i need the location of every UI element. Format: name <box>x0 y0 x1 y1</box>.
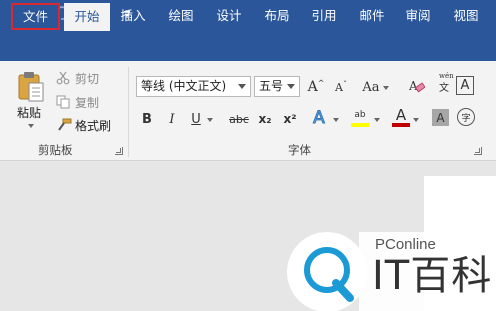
superscript-button[interactable]: x² <box>281 109 299 129</box>
font-group-label: 字体 <box>288 143 311 157</box>
font-size-value: 五号 <box>259 79 284 93</box>
tab-design[interactable]: 设计 <box>210 0 248 31</box>
highlight-dropdown-arrow[interactable] <box>374 118 380 122</box>
font-color-bar <box>392 123 410 127</box>
paste-button[interactable]: 粘贴 <box>17 104 41 121</box>
character-border-icon: A <box>460 78 470 93</box>
clipboard-group-label: 剪贴板 <box>38 143 73 157</box>
tab-references[interactable]: 引用 <box>305 0 343 31</box>
font-name-combo[interactable]: 等线 (中文正文) <box>136 76 251 97</box>
grow-font-button[interactable]: A ^ <box>307 77 325 97</box>
svg-text:A: A <box>409 79 418 93</box>
character-shading-button[interactable]: A <box>432 109 449 126</box>
highlight-color-bar <box>351 123 369 127</box>
cut-button[interactable]: 剪切 <box>75 70 99 87</box>
change-case-dropdown-arrow[interactable] <box>383 86 389 90</box>
bold-button[interactable]: B <box>139 109 155 129</box>
tab-mailings[interactable]: 邮件 <box>353 0 391 31</box>
change-case-icon: Aa <box>362 79 380 95</box>
watermark-title: IT百科 <box>372 253 493 299</box>
text-effects-dropdown-arrow[interactable] <box>333 118 339 122</box>
italic-button[interactable]: I <box>164 109 180 129</box>
phonetic-guide-icon: 文 <box>439 82 449 94</box>
chevron-down-icon <box>287 84 295 89</box>
strikethrough-icon: abc <box>229 112 249 126</box>
tab-draw[interactable]: 绘图 <box>162 0 200 31</box>
enclose-characters-button[interactable]: 字 <box>457 108 475 126</box>
font-color-icon: A <box>395 106 407 124</box>
font-color-button[interactable]: A <box>391 106 411 130</box>
enclose-characters-icon: 字 <box>461 113 471 124</box>
tab-home[interactable]: 开始 <box>64 3 110 31</box>
font-name-value: 等线 (中文正文) <box>141 79 227 93</box>
grow-font-icon: A <box>307 79 318 95</box>
underline-icon: U <box>191 111 201 127</box>
format-painter-button[interactable]: 格式刷 <box>75 117 111 134</box>
tab-review[interactable]: 审阅 <box>399 0 437 31</box>
chevron-down-icon <box>238 84 246 89</box>
text-highlight-button[interactable]: ab <box>350 108 372 130</box>
font-size-combo[interactable]: 五号 <box>254 76 300 97</box>
strikethrough-button[interactable]: abc <box>228 109 250 129</box>
highlight-icon: ab <box>354 110 366 120</box>
text-effects-button[interactable]: A <box>310 108 328 129</box>
paste-dropdown-arrow[interactable] <box>28 124 34 128</box>
group-separator <box>128 67 129 157</box>
italic-icon: I <box>169 111 175 127</box>
tab-insert[interactable]: 插入 <box>114 0 152 31</box>
text-effects-icon: A <box>313 108 326 129</box>
copy-icon <box>56 94 70 109</box>
shrink-font-button[interactable]: Aˇ <box>332 77 350 97</box>
ribbon-tab-bar <box>0 30 496 61</box>
tab-view[interactable]: 视图 <box>447 0 485 31</box>
clear-formatting-icon[interactable]: A <box>408 78 426 94</box>
paste-icon[interactable] <box>16 71 46 103</box>
character-shading-icon: A <box>436 110 445 125</box>
character-border-button[interactable]: A <box>456 76 474 95</box>
font-dialog-launcher[interactable] <box>474 147 482 155</box>
copy-button[interactable]: 复制 <box>75 94 99 111</box>
watermark-logo-circle <box>287 232 367 311</box>
tab-layout[interactable]: 布局 <box>258 0 296 31</box>
subscript-button[interactable]: x₂ <box>256 109 274 129</box>
phonetic-guide-button[interactable]: wén 文 <box>434 72 454 96</box>
superscript-icon: x² <box>283 112 297 126</box>
format-painter-icon <box>56 117 72 131</box>
cut-icon <box>56 70 70 85</box>
subscript-icon: x₂ <box>258 112 272 126</box>
change-case-button[interactable]: Aa <box>360 77 382 97</box>
tab-file[interactable]: 文件 <box>11 3 60 30</box>
bold-icon: B <box>142 111 152 127</box>
underline-dropdown-arrow[interactable] <box>207 118 213 122</box>
font-color-dropdown-arrow[interactable] <box>413 118 419 122</box>
shrink-font-icon: A <box>335 80 343 94</box>
underline-button[interactable]: U <box>188 109 204 129</box>
clipboard-dialog-launcher[interactable] <box>115 147 123 155</box>
